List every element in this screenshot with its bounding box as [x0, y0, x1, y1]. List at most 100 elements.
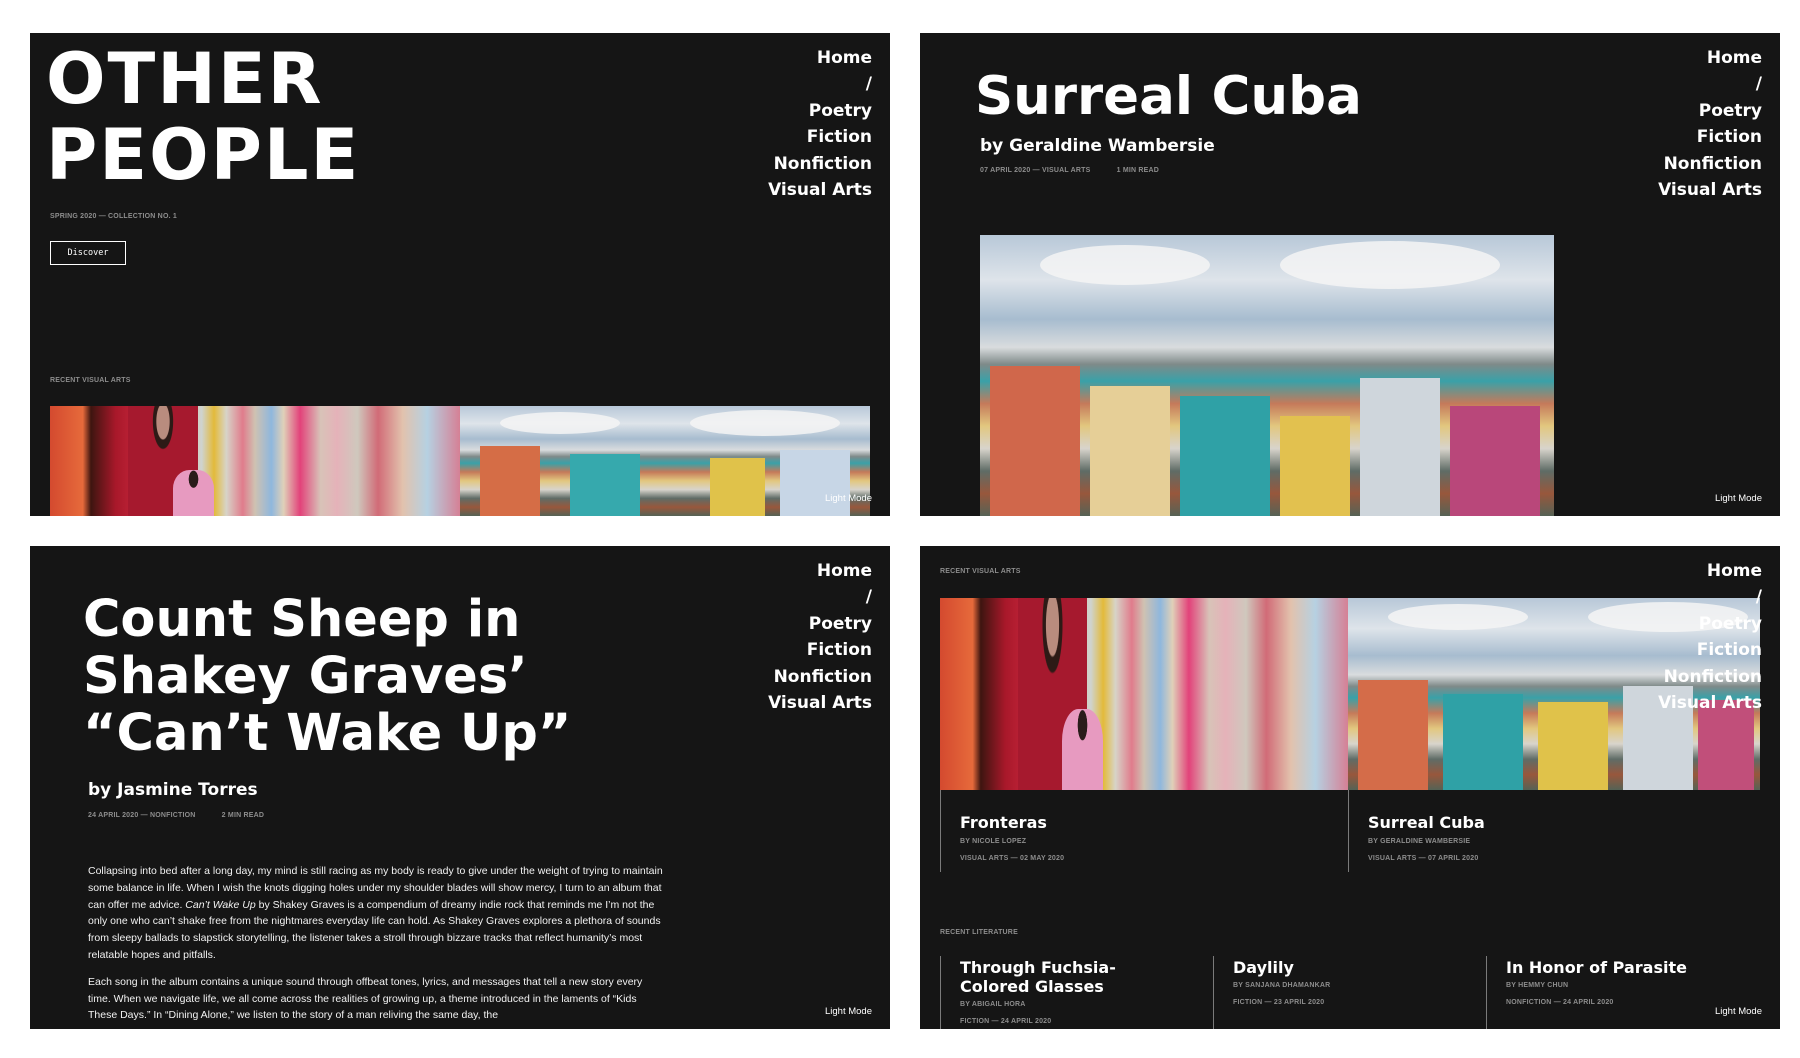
article-title: Count Sheep in Shakey Graves’ “Can’t Wak…: [83, 591, 603, 762]
article-date-category: 07 APRIL 2020 — VISUAL ARTS: [980, 167, 1091, 174]
building-shape: [1450, 406, 1540, 516]
nav-home[interactable]: Home: [768, 45, 872, 71]
article-title: Surreal Cuba: [975, 66, 1362, 127]
article-byline: by Jasmine Torres: [88, 780, 258, 800]
card-title-fronteras[interactable]: Fronteras: [960, 813, 1047, 832]
surreal-cuba-page-screenshot: Surreal Cuba by Geraldine Wambersie 07 A…: [920, 33, 1780, 516]
nav-separator: /: [865, 587, 872, 608]
building-shape: [1360, 378, 1440, 516]
card-category-date: FICTION — 23 APRIL 2020: [1233, 999, 1325, 1006]
card-divider: [1486, 956, 1487, 1029]
card-title-parasite[interactable]: In Honor of Parasite: [1506, 958, 1687, 977]
fronteras-image[interactable]: [940, 598, 1348, 790]
building-shape: [1443, 694, 1523, 790]
nav-visual-arts[interactable]: Visual Arts: [768, 177, 872, 203]
recent-visual-arts-heading: RECENT VISUAL ARTS: [50, 377, 131, 384]
card-divider: [940, 956, 941, 1029]
main-nav: Home / Poetry Fiction Nonfiction Visual …: [1658, 558, 1762, 716]
surreal-cuba-thumbnail[interactable]: [460, 406, 870, 516]
light-mode-toggle[interactable]: Light Mode: [1715, 493, 1762, 504]
site-logo-title[interactable]: OTHER PEOPLE: [46, 41, 360, 193]
recent-visual-arts-heading: RECENT VISUAL ARTS: [940, 568, 1021, 575]
title-line-3: “Can’t Wake Up”: [83, 704, 572, 763]
paragraph-1: Collapsing into bed after a long day, my…: [88, 863, 663, 964]
listing-page-screenshot: RECENT VISUAL ARTS Fronteras BY NICOLE L…: [920, 546, 1780, 1029]
light-mode-toggle[interactable]: Light Mode: [1715, 1006, 1762, 1017]
card-author: BY ABIGAIL HORA: [960, 1001, 1026, 1008]
nav-poetry[interactable]: Poetry: [768, 611, 872, 637]
cloud-shape: [1040, 245, 1210, 285]
nav-fiction[interactable]: Fiction: [1658, 124, 1762, 150]
building-shape: [1358, 680, 1428, 790]
card-title-daylily[interactable]: Daylily: [1233, 958, 1294, 977]
album-title-italic: Can’t Wake Up: [185, 898, 256, 911]
article-read-time: 2 MIN READ: [221, 812, 265, 819]
card-divider: [1348, 790, 1349, 872]
recent-visual-arts-images: [940, 598, 1760, 790]
nav-nonfiction[interactable]: Nonfiction: [1658, 151, 1762, 177]
building-shape: [1538, 702, 1608, 790]
home-page-screenshot: OTHER PEOPLE Home / Poetry Fiction Nonfi…: [30, 33, 890, 516]
title-line-1: Count Sheep in: [83, 590, 521, 649]
cloud-shape: [1388, 604, 1528, 630]
cloud-shape: [500, 412, 620, 434]
main-nav: Home / Poetry Fiction Nonfiction Visual …: [1658, 45, 1762, 203]
discover-button[interactable]: Discover: [50, 241, 126, 265]
nav-visual-arts[interactable]: Visual Arts: [1658, 177, 1762, 203]
card-divider: [940, 790, 941, 872]
nav-nonfiction[interactable]: Nonfiction: [1658, 664, 1762, 690]
nav-separator: /: [865, 74, 872, 95]
collection-label: SPRING 2020 — COLLECTION NO. 1: [50, 213, 177, 220]
nav-home[interactable]: Home: [768, 558, 872, 584]
card-category-date: VISUAL ARTS — 02 MAY 2020: [960, 855, 1065, 862]
nav-nonfiction[interactable]: Nonfiction: [768, 664, 872, 690]
card-title-surreal-cuba[interactable]: Surreal Cuba: [1368, 813, 1485, 832]
nav-fiction[interactable]: Fiction: [768, 124, 872, 150]
article-meta: 24 APRIL 2020 — NONFICTION 2 MIN READ: [88, 812, 264, 819]
cloud-shape: [690, 410, 840, 436]
article-read-time: 1 MIN READ: [1116, 167, 1160, 174]
nav-separator: /: [1755, 74, 1762, 95]
nav-poetry[interactable]: Poetry: [1658, 98, 1762, 124]
card-author: BY GERALDINE WAMBERSIE: [1368, 838, 1471, 845]
nav-fiction[interactable]: Fiction: [768, 637, 872, 663]
building-shape: [480, 446, 540, 516]
article-meta: 07 APRIL 2020 — VISUAL ARTS 1 MIN READ: [980, 167, 1159, 174]
building-shape: [1090, 386, 1170, 516]
card-author: BY HEMMY CHUN: [1506, 982, 1569, 989]
building-shape: [570, 454, 640, 516]
article-body: Collapsing into bed after a long day, my…: [88, 863, 663, 1029]
building-shape: [1180, 396, 1270, 516]
nav-visual-arts[interactable]: Visual Arts: [768, 690, 872, 716]
card-author: BY NICOLE LOPEZ: [960, 838, 1027, 845]
nav-home[interactable]: Home: [1658, 45, 1762, 71]
nav-home[interactable]: Home: [1658, 558, 1762, 584]
paragraph-2: Each song in the album contains a unique…: [88, 975, 643, 1022]
title-line-2: Shakey Graves’: [83, 647, 528, 706]
card-author: BY SANJANA DHAMANKAR: [1233, 982, 1331, 989]
recent-literature-heading: RECENT LITERATURE: [940, 929, 1018, 936]
nav-separator: /: [1755, 587, 1762, 608]
light-mode-toggle[interactable]: Light Mode: [825, 493, 872, 504]
card-divider: [1213, 956, 1214, 1029]
nav-visual-arts[interactable]: Visual Arts: [1658, 690, 1762, 716]
light-mode-toggle[interactable]: Light Mode: [825, 1006, 872, 1017]
main-nav: Home / Poetry Fiction Nonfiction Visual …: [768, 45, 872, 203]
cloud-shape: [1280, 241, 1500, 289]
surreal-cuba-hero-image: [980, 235, 1554, 516]
brand-line-1: OTHER: [46, 38, 324, 120]
count-sheep-page-screenshot: Count Sheep in Shakey Graves’ “Can’t Wak…: [30, 546, 890, 1029]
fronteras-thumbnail[interactable]: [50, 406, 460, 516]
card-title-fuchsia[interactable]: Through Fuchsia-Colored Glasses: [960, 958, 1180, 996]
building-shape: [710, 458, 765, 516]
building-shape: [990, 366, 1080, 516]
nav-poetry[interactable]: Poetry: [1658, 611, 1762, 637]
nav-fiction[interactable]: Fiction: [1658, 637, 1762, 663]
article-byline: by Geraldine Wambersie: [980, 136, 1215, 156]
nav-poetry[interactable]: Poetry: [768, 98, 872, 124]
card-category-date: VISUAL ARTS — 07 APRIL 2020: [1368, 855, 1479, 862]
brand-line-2: PEOPLE: [46, 114, 361, 196]
building-shape: [1280, 416, 1350, 516]
nav-nonfiction[interactable]: Nonfiction: [768, 151, 872, 177]
main-nav: Home / Poetry Fiction Nonfiction Visual …: [768, 558, 872, 716]
